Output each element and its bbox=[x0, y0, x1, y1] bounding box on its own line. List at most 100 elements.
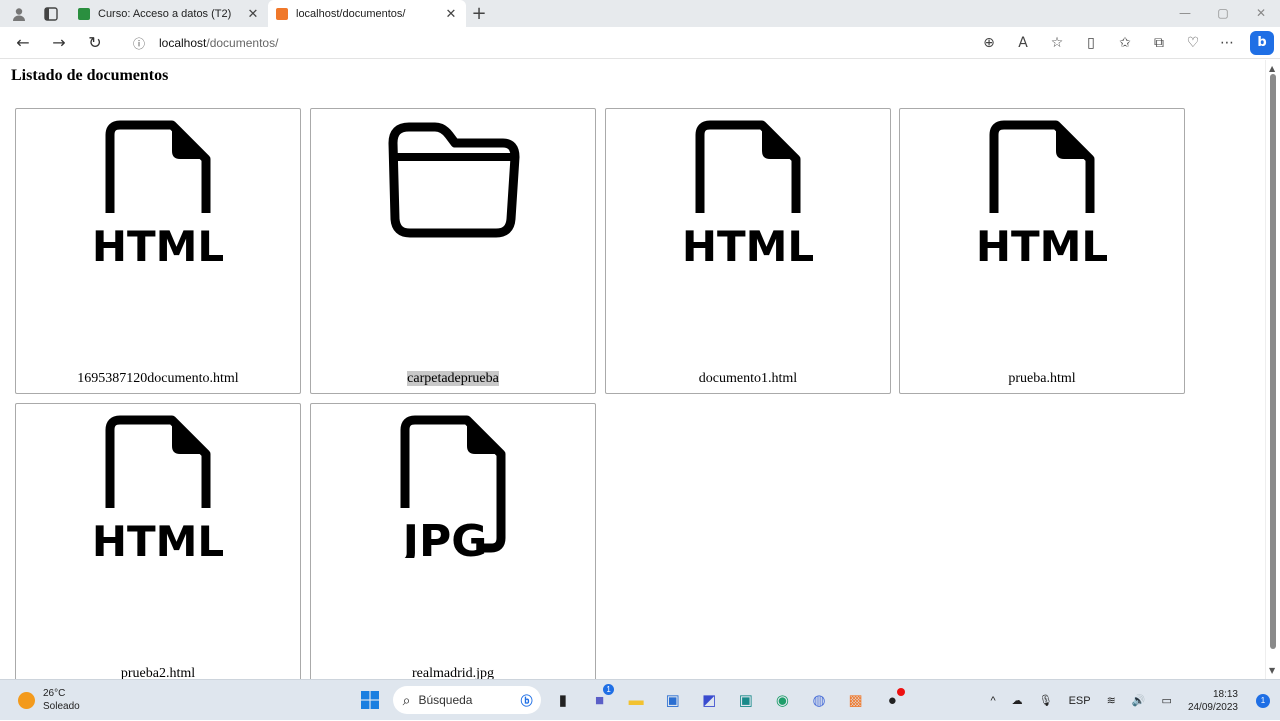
document-name-row: carpetadeprueba bbox=[311, 371, 595, 387]
document-name-row: 1695387120documento.html bbox=[16, 371, 300, 387]
split-screen-icon[interactable]: ▯ bbox=[1074, 35, 1108, 51]
chrome-like-icon[interactable]: ◍ bbox=[801, 686, 838, 714]
document-name-row: prueba.html bbox=[900, 371, 1184, 387]
file-type-label: HTML bbox=[92, 517, 224, 558]
weather-condition: Soleado bbox=[43, 701, 80, 712]
read-aloud-icon[interactable]: A bbox=[1006, 35, 1040, 51]
document-card-html[interactable]: HTML prueba.html bbox=[899, 108, 1185, 394]
tab-localhost[interactable]: localhost/documentos/ ✕ bbox=[268, 0, 466, 27]
xampp-favicon-icon bbox=[276, 7, 288, 20]
scroll-down-icon[interactable]: ▼ bbox=[1269, 666, 1275, 675]
tab-title: localhost/documentos/ bbox=[296, 7, 406, 20]
moodle-favicon-icon bbox=[78, 7, 90, 20]
file-type-label: HTML bbox=[92, 222, 224, 263]
scroll-up-icon[interactable]: ▲ bbox=[1269, 64, 1275, 73]
file-type-label: HTML bbox=[682, 222, 814, 263]
battery-icon[interactable]: ▭ bbox=[1162, 694, 1172, 707]
profile-icon[interactable] bbox=[8, 3, 30, 25]
vertical-scrollbar[interactable]: ▲ ▼ bbox=[1265, 60, 1280, 679]
wifi-icon[interactable]: ≋ bbox=[1107, 694, 1116, 707]
favorites-icon[interactable]: ✩ bbox=[1108, 35, 1142, 51]
microphone-icon[interactable]: 🎙 bbox=[1039, 694, 1053, 707]
window-controls: — ▢ ✕ bbox=[1166, 0, 1280, 27]
scrollbar-thumb[interactable] bbox=[1270, 74, 1276, 649]
minimize-icon[interactable]: — bbox=[1166, 0, 1204, 27]
teams-badge: 1 bbox=[603, 684, 614, 695]
close-window-icon[interactable]: ✕ bbox=[1242, 0, 1280, 27]
sun-icon bbox=[18, 691, 35, 709]
temperature: 26°C bbox=[43, 688, 66, 699]
document-name[interactable]: 1695387120documento.html bbox=[77, 371, 238, 386]
url-path: /documentos/ bbox=[206, 36, 279, 50]
zoom-icon[interactable]: ⊕ bbox=[972, 35, 1006, 51]
tab-curso[interactable]: Curso: Acceso a datos (T2) ✕ bbox=[70, 0, 268, 27]
html-file-icon: HTML bbox=[92, 120, 224, 263]
tab-actions-icon[interactable] bbox=[40, 3, 62, 25]
url-host: localhost bbox=[159, 36, 207, 50]
new-tab-button[interactable]: + bbox=[466, 3, 492, 24]
file-type-label: HTML bbox=[976, 222, 1108, 263]
file-type-label: JPG bbox=[400, 516, 488, 558]
notification-badge[interactable]: 1 bbox=[1256, 693, 1270, 708]
jpg-file-icon: JPG bbox=[400, 415, 506, 558]
search-placeholder: Búsqueda bbox=[418, 693, 473, 707]
document-name[interactable]: realmadrid.jpg bbox=[412, 666, 494, 679]
star-icon[interactable]: ☆ bbox=[1040, 35, 1074, 51]
collections-icon[interactable]: ⧉ bbox=[1142, 35, 1176, 51]
document-card-folder[interactable]: carpetadeprueba bbox=[310, 108, 596, 394]
obs-icon[interactable]: ● bbox=[874, 686, 911, 714]
start-button[interactable] bbox=[352, 686, 389, 714]
task-view-icon[interactable]: ▮ bbox=[545, 686, 582, 714]
document-card-html[interactable]: HTML 1695387120documento.html bbox=[15, 108, 301, 394]
visual-studio-icon[interactable]: ◩ bbox=[691, 686, 728, 714]
address-bar[interactable]: ⓘ localhost/documentos/ bbox=[128, 30, 954, 56]
document-card-html[interactable]: HTML documento1.html bbox=[605, 108, 891, 394]
chevron-up-icon[interactable]: ^ bbox=[990, 695, 995, 707]
windows-taskbar: 26°C Soleado ⌕ Búsqueda ⓑ ▮ ■ 1 ▬ ▣ ◩ ▣ ◉… bbox=[0, 679, 1280, 720]
reload-icon[interactable]: ↻ bbox=[77, 33, 113, 52]
page-title: Listado de documentos bbox=[11, 67, 169, 84]
volume-icon[interactable]: 🔊 bbox=[1132, 694, 1146, 707]
heart-icon[interactable]: ♡ bbox=[1176, 35, 1210, 51]
html-file-icon: HTML bbox=[92, 415, 224, 558]
clock-date: 24/09/2023 bbox=[1187, 701, 1238, 713]
bing-chat-icon[interactable]: b bbox=[1250, 31, 1274, 55]
browser-tools: ⊕ A ☆ ▯ ✩ ⧉ ♡ ⋯ b bbox=[972, 27, 1280, 59]
page-content: Listado de documentos HTML 1695387120docu… bbox=[0, 60, 1265, 679]
forward-arrow-icon[interactable]: → bbox=[41, 33, 77, 52]
back-arrow-icon[interactable]: ← bbox=[5, 33, 41, 52]
document-name[interactable]: documento1.html bbox=[699, 371, 797, 386]
document-name-row: prueba2.html bbox=[16, 666, 300, 679]
language-indicator[interactable]: ESP bbox=[1069, 695, 1091, 707]
weather-widget[interactable]: 26°C Soleado bbox=[18, 687, 80, 713]
taskbar-apps: ⌕ Búsqueda ⓑ ▮ ■ 1 ▬ ▣ ◩ ▣ ◉ ◍ ▩ ● bbox=[352, 684, 911, 714]
xampp-icon[interactable]: ▩ bbox=[837, 686, 874, 714]
system-tray: ^ ☁ 🎙 ESP ≋ 🔊 ▭ 18:13 24/09/2023 1 bbox=[982, 680, 1280, 721]
more-icon[interactable]: ⋯ bbox=[1210, 35, 1244, 51]
document-card-html[interactable]: HTML prueba2.html bbox=[15, 403, 301, 679]
maximize-icon[interactable]: ▢ bbox=[1204, 0, 1242, 27]
html-file-icon: HTML bbox=[976, 120, 1108, 263]
browser-toolbar: ← → ↻ ⓘ localhost/documentos/ ⊕ A ☆ ▯ ✩ … bbox=[0, 27, 1280, 59]
document-name[interactable]: prueba2.html bbox=[121, 666, 195, 679]
onedrive-icon[interactable]: ☁ bbox=[1012, 694, 1023, 707]
clock[interactable]: 18:13 24/09/2023 bbox=[1188, 688, 1238, 714]
terminal-icon[interactable]: ▣ bbox=[728, 686, 765, 714]
document-name-row: documento1.html bbox=[606, 371, 890, 387]
close-tab-icon[interactable]: ✕ bbox=[246, 6, 260, 22]
close-tab-icon[interactable]: ✕ bbox=[444, 6, 458, 22]
document-card-jpg[interactable]: JPG realmadrid.jpg bbox=[310, 403, 596, 679]
document-name[interactable]: prueba.html bbox=[1008, 371, 1075, 386]
edge-icon[interactable]: ◉ bbox=[764, 686, 801, 714]
bing-icon: ⓑ bbox=[520, 693, 533, 708]
search-icon: ⌕ bbox=[402, 691, 411, 708]
taskbar-search[interactable]: ⌕ Búsqueda ⓑ bbox=[392, 686, 541, 714]
store-icon[interactable]: ▣ bbox=[654, 686, 691, 714]
file-explorer-icon[interactable]: ▬ bbox=[618, 686, 655, 714]
html-file-icon: HTML bbox=[682, 120, 814, 263]
teams-chat-icon[interactable]: ■ 1 bbox=[581, 684, 618, 714]
document-name-row: realmadrid.jpg bbox=[311, 666, 595, 679]
tab-title: Curso: Acceso a datos (T2) bbox=[98, 7, 232, 20]
info-icon[interactable]: ⓘ bbox=[128, 32, 150, 54]
document-name[interactable]: carpetadeprueba bbox=[407, 371, 499, 386]
